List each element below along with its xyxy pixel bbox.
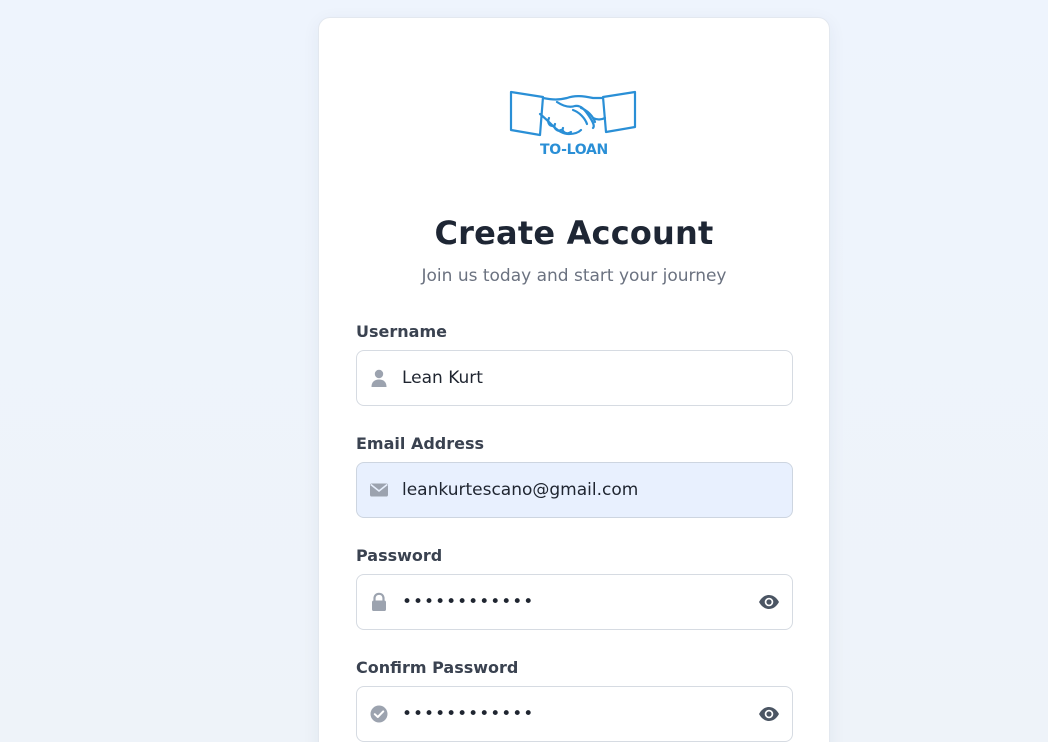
username-field[interactable] bbox=[356, 350, 793, 406]
check-circle-icon bbox=[370, 705, 388, 723]
page-title: Create Account bbox=[434, 214, 714, 252]
username-input[interactable] bbox=[402, 351, 742, 405]
page-subtitle: Join us today and start your journey bbox=[421, 266, 727, 286]
email-field[interactable] bbox=[356, 462, 793, 518]
confirm-password-label: Confirm Password bbox=[356, 658, 519, 677]
user-icon bbox=[371, 369, 387, 387]
logo-wordmark: TO-LOAN bbox=[540, 142, 608, 158]
lock-icon bbox=[372, 592, 386, 611]
signup-card: TO-LOAN Create Account Join us today and… bbox=[318, 17, 830, 742]
confirm-password-field[interactable] bbox=[356, 686, 793, 742]
envelope-icon bbox=[370, 483, 388, 497]
password-input[interactable] bbox=[402, 575, 742, 629]
eye-icon[interactable] bbox=[758, 592, 780, 612]
email-input[interactable] bbox=[402, 463, 742, 517]
email-label: Email Address bbox=[356, 434, 485, 453]
password-label: Password bbox=[356, 546, 443, 565]
confirm-password-input[interactable] bbox=[402, 687, 742, 741]
eye-icon[interactable] bbox=[758, 704, 780, 724]
password-field[interactable] bbox=[356, 574, 793, 630]
username-label: Username bbox=[356, 322, 447, 341]
